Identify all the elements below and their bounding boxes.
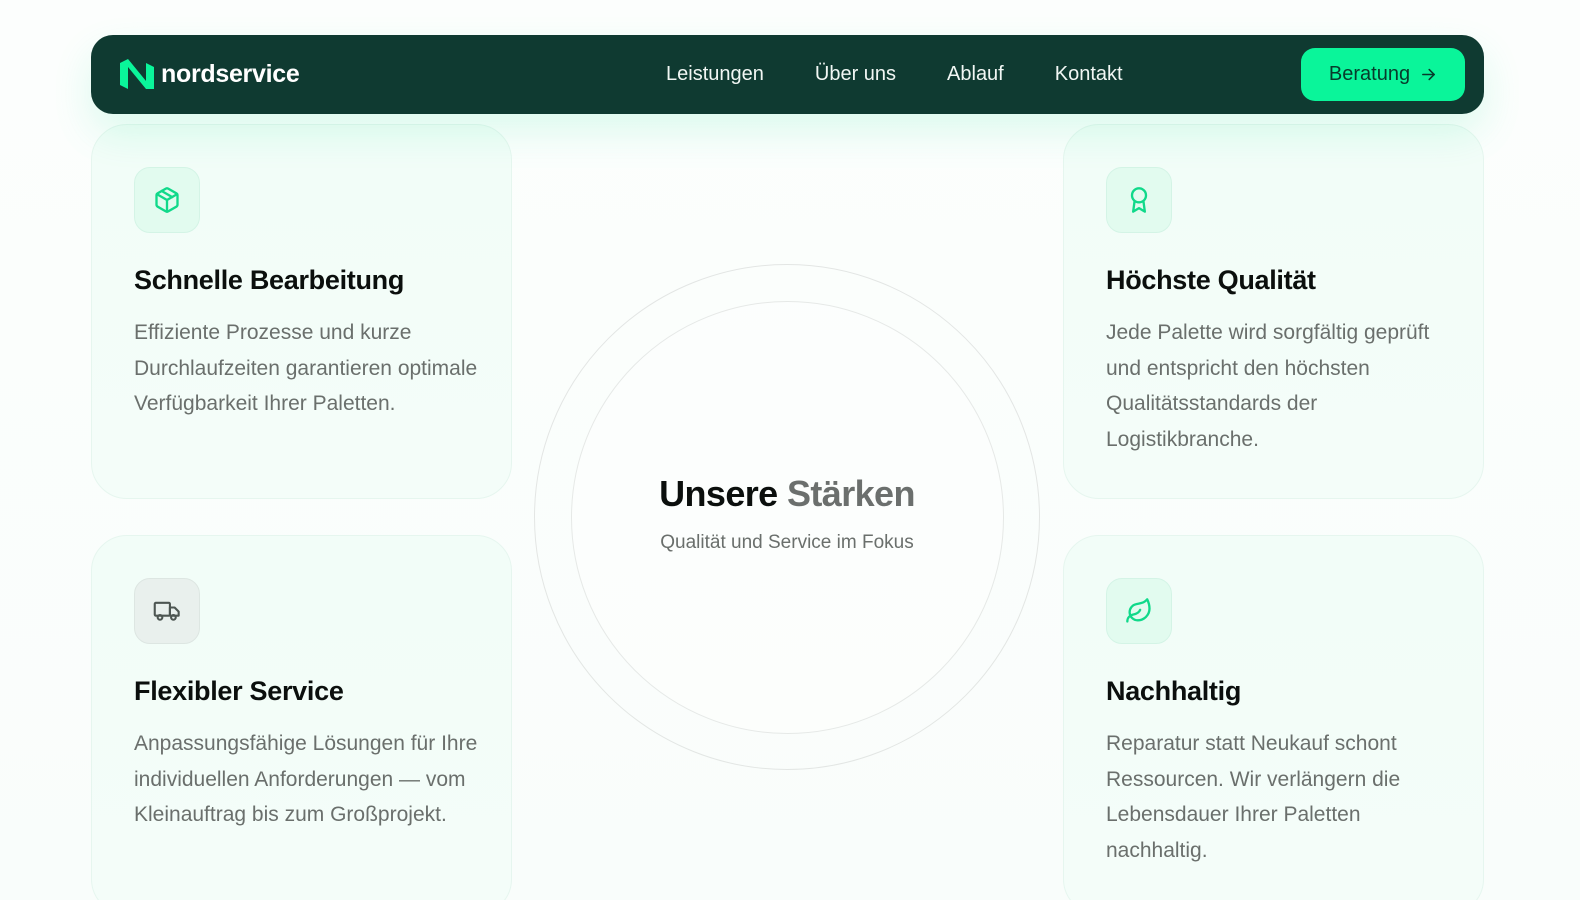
brand-name: nordservice — [161, 60, 300, 88]
box-icon — [155, 187, 179, 213]
nav-link-leistungen[interactable]: Leistungen — [666, 35, 764, 114]
beratung-button-label: Beratung — [1328, 63, 1411, 85]
nav-link-ueber-uns[interactable]: Über uns — [815, 35, 896, 114]
award-icon — [1130, 187, 1148, 213]
top-navigation: nordservice Leistungen Über uns Ablauf K… — [91, 35, 1484, 114]
feature-card-nachhaltig: Nachhaltig Reparatur statt Neukauf schon… — [1063, 535, 1484, 900]
feature-description: Effiziente Prozesse und kurze Durchlaufz… — [134, 321, 478, 415]
arrow-right-icon — [1422, 68, 1436, 81]
nav-link-ablauf[interactable]: Ablauf — [947, 35, 1004, 114]
feature-icon-box — [134, 578, 200, 644]
nav-link-kontakt[interactable]: Kontakt — [1055, 35, 1123, 114]
nordservice-logo-icon — [120, 59, 154, 89]
section-title-main: Unsere — [659, 473, 778, 514]
feature-icon-box — [1106, 167, 1172, 233]
nav-links: Leistungen Über uns Ablauf Kontakt — [666, 35, 1123, 114]
feature-card-schnelle-bearbeitung: Schnelle Bearbeitung Effiziente Prozesse… — [91, 124, 512, 499]
feature-title: Nachhaltig — [1106, 676, 1242, 706]
feature-description: Reparatur statt Neukauf schont Ressource… — [1106, 732, 1401, 862]
section-subtitle: Qualität und Service im Fokus — [660, 532, 914, 553]
feature-title: Schnelle Bearbeitung — [134, 265, 405, 295]
feature-card-hoechste-qualitaet: Höchste Qualität Jede Palette wird sorgf… — [1063, 124, 1484, 499]
leaf-icon — [1126, 598, 1151, 623]
truck-icon — [153, 601, 180, 621]
feature-description: Jede Palette wird sorgfältig geprüft und… — [1106, 321, 1430, 451]
section-title: Unsere Stärken — [534, 473, 1040, 515]
feature-icon-box — [1106, 578, 1172, 644]
feature-description: Anpassungsfähige Lösungen für Ihre indiv… — [134, 732, 478, 826]
feature-icon-box — [134, 167, 200, 233]
feature-card-flexibler-service: Flexibler Service Anpassungsfähige Lösun… — [91, 535, 512, 900]
brand-logo[interactable]: nordservice — [120, 59, 300, 89]
section-title-accent: Stärken — [787, 473, 915, 514]
feature-title: Flexibler Service — [134, 676, 344, 706]
decorative-ring-inner — [571, 301, 1004, 734]
feature-title: Höchste Qualität — [1106, 265, 1316, 295]
beratung-button[interactable]: Beratung — [1301, 48, 1465, 101]
